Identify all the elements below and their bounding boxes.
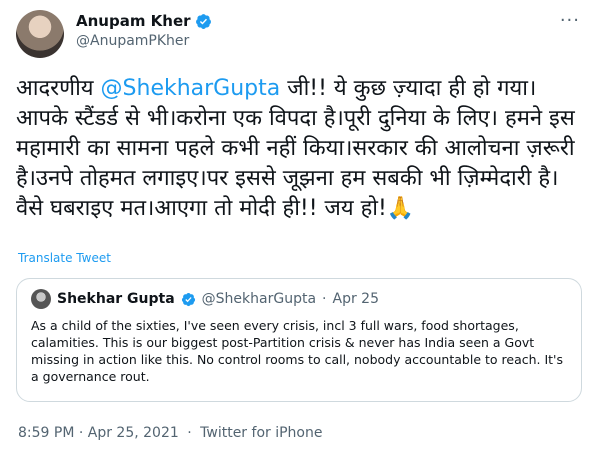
tweet-source[interactable]: Twitter for iPhone (200, 425, 322, 441)
avatar[interactable] (16, 10, 64, 58)
quoted-tweet[interactable]: Shekhar Gupta @ShekharGupta · Apr 25 As … (16, 278, 582, 402)
tweet-card: Anupam Kher @AnupamPKher ··· आदरणीय @She… (0, 0, 600, 459)
footer-separator: · (187, 425, 192, 441)
mention-link[interactable]: @ShekharGupta (101, 76, 281, 101)
author-name-row: Anupam Kher (76, 12, 212, 30)
quoted-author-name: Shekhar Gupta (57, 291, 175, 307)
quoted-tweet-header: Shekhar Gupta @ShekharGupta · Apr 25 (31, 289, 379, 309)
quoted-separator: · (322, 291, 327, 307)
more-options-icon[interactable]: ··· (560, 10, 580, 31)
translate-tweet-link[interactable]: Translate Tweet (18, 251, 111, 265)
quoted-date: Apr 25 (332, 291, 379, 307)
author-name[interactable]: Anupam Kher (76, 12, 191, 30)
tweet-footer: 8:59 PM · Apr 25, 2021 · Twitter for iPh… (18, 425, 326, 441)
tweet-text: आदरणीय @ShekharGupta जी!! ये कुछ ज़्यादा… (16, 74, 584, 224)
author-handle[interactable]: @AnupamPKher (76, 33, 212, 49)
tweet-text-part1: आदरणीय (16, 76, 101, 101)
quoted-verified-badge-icon (181, 292, 195, 306)
author-block: Anupam Kher @AnupamPKher (76, 12, 212, 49)
tweet-timestamp[interactable]: 8:59 PM · Apr 25, 2021 (18, 425, 179, 441)
quoted-tweet-text: As a child of the sixties, I've seen eve… (31, 318, 564, 384)
quoted-avatar[interactable] (31, 289, 51, 309)
quoted-handle: @ShekharGupta (201, 291, 317, 307)
verified-badge-icon (195, 13, 211, 29)
